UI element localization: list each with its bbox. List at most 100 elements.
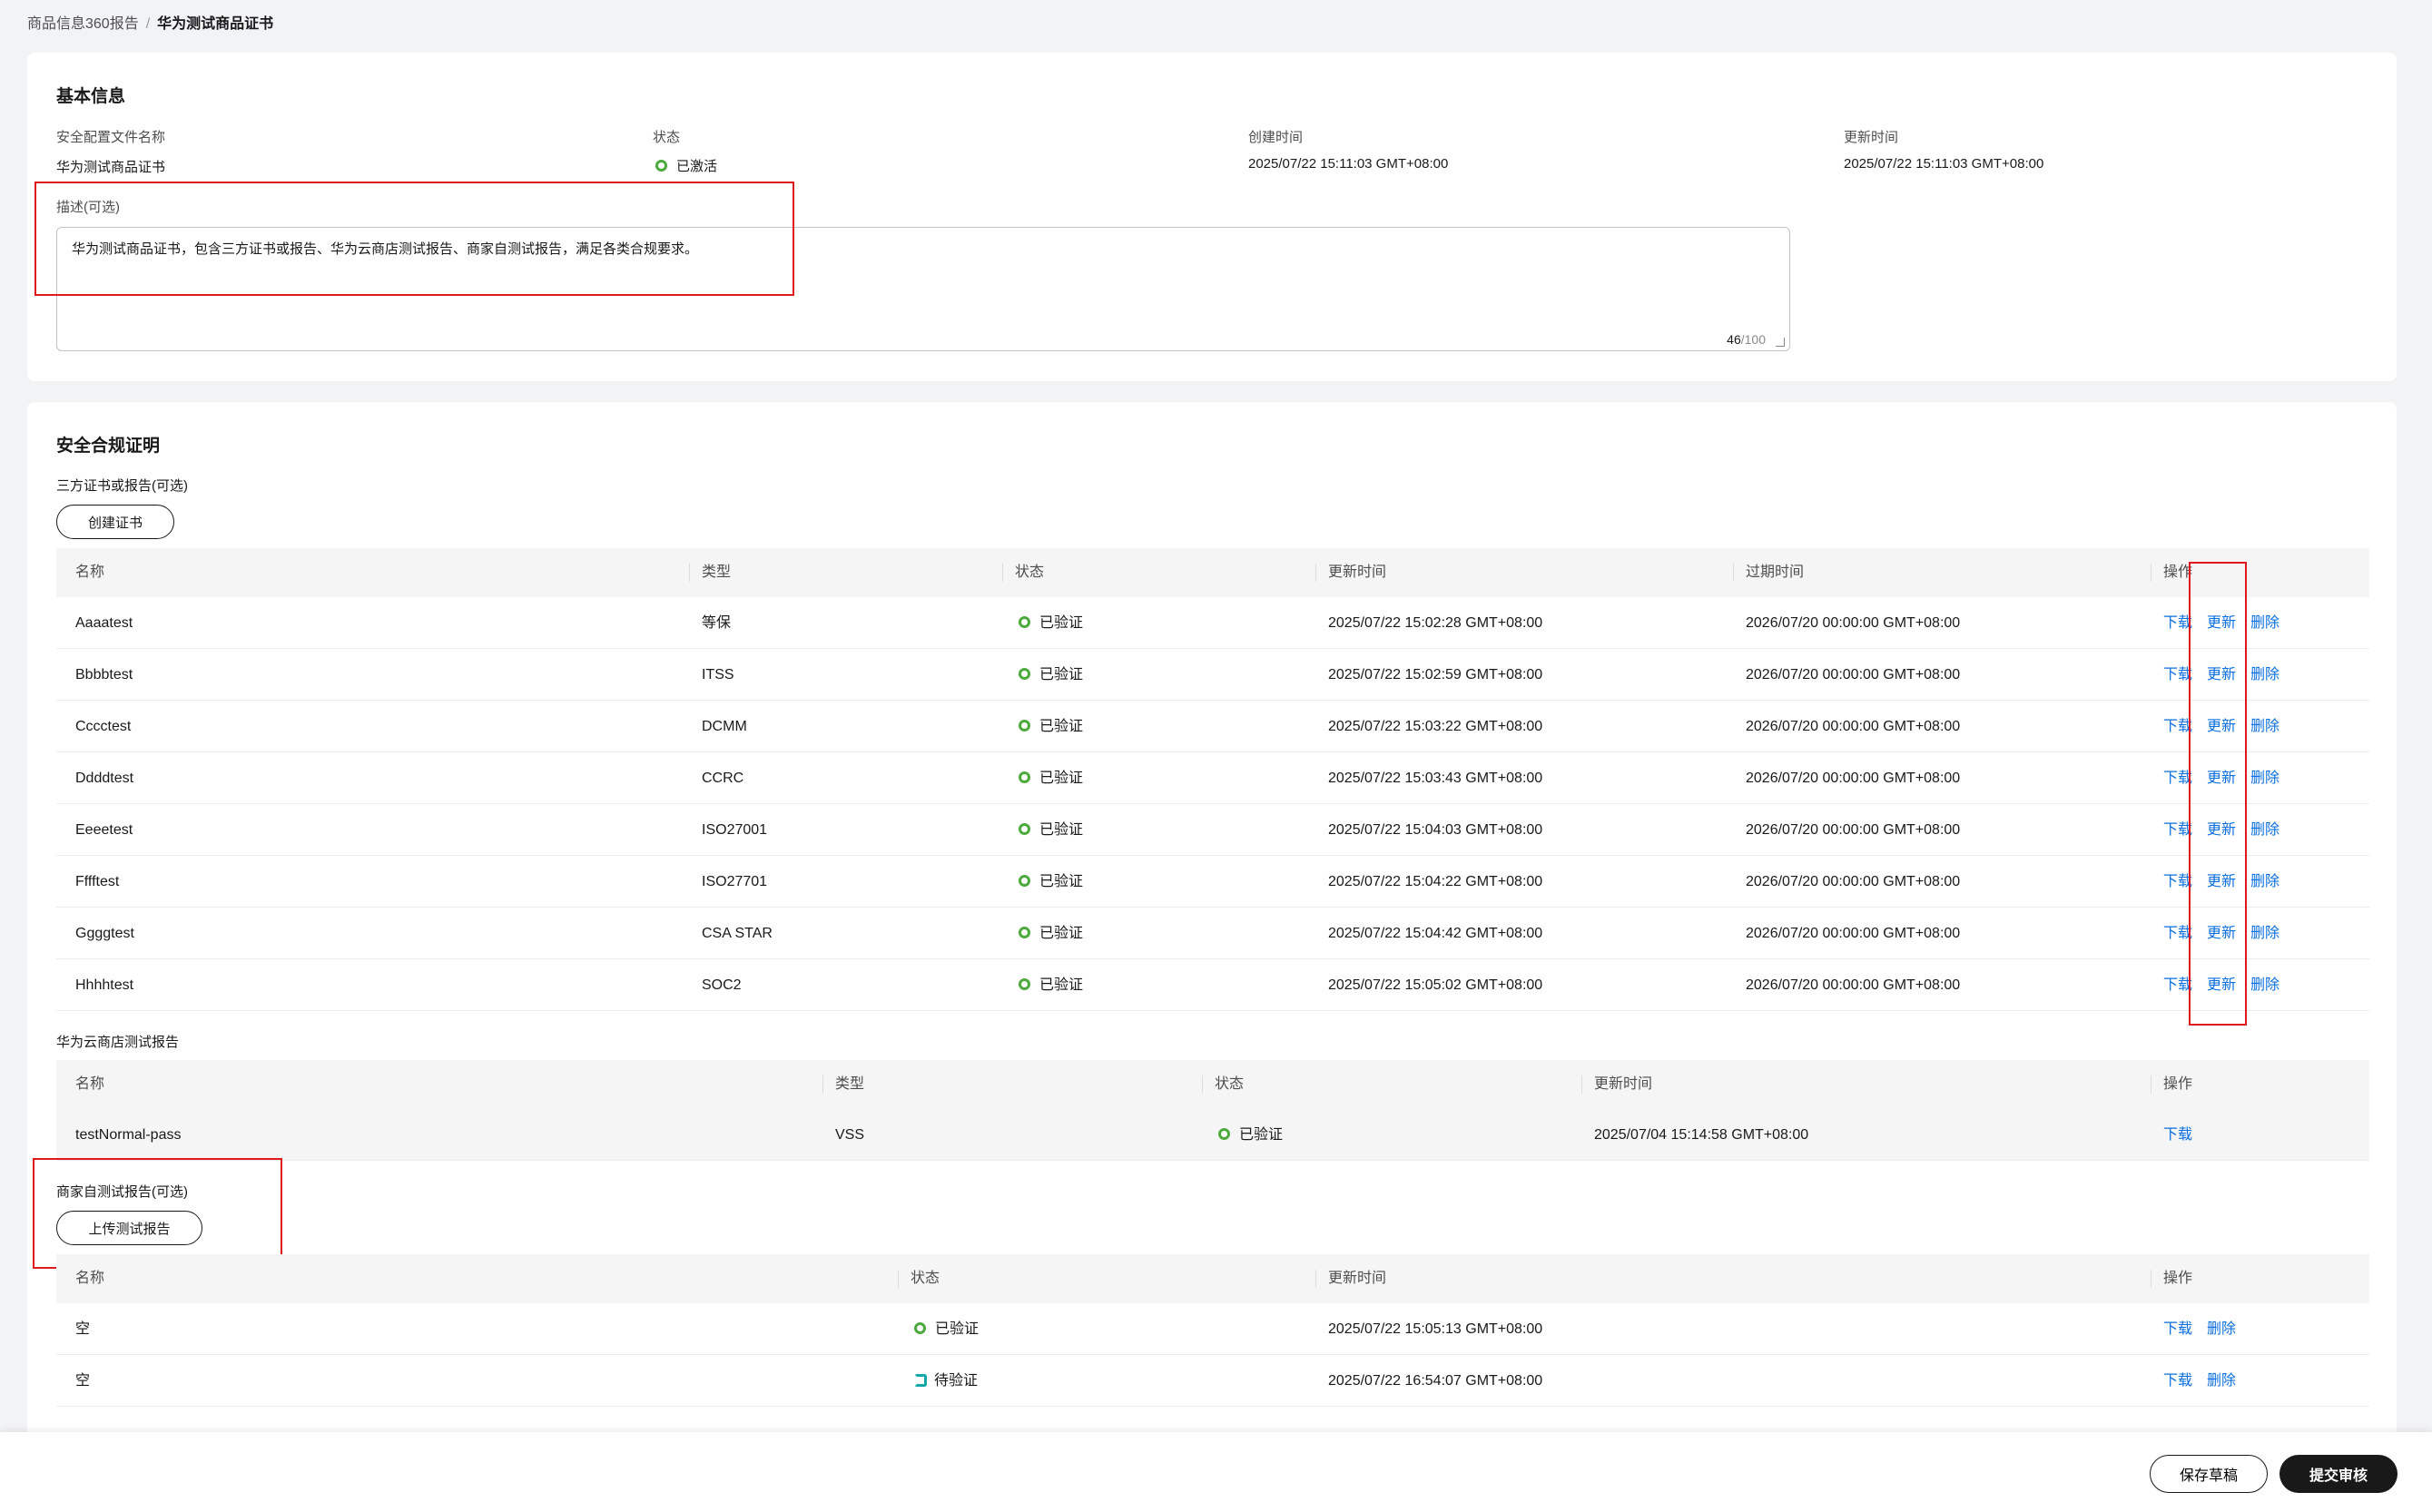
row-type: SOC2 [702,977,742,993]
store-test-label: 华为云商店测试报告 [56,1035,180,1050]
row-expires: 2026/07/20 00:00:00 GMT+08:00 [1746,667,1961,682]
store-test-table: 名称 类型 状态 更新时间 操作 testNormal-pass VSS 已验证… [56,1060,2369,1161]
col-name: 名称 [75,1271,105,1286]
profile-name-value: 华为测试商品证书 [56,160,166,175]
delete-link[interactable]: 删除 [2250,874,2279,889]
table-row: Aaaatest 等保 已验证 2025/07/22 15:02:28 GMT+08:… [56,597,2369,649]
created-time-value: 2025/07/22 15:11:03 GMT+08:00 [1248,156,1449,172]
col-updated: 更新时间 [1315,548,1386,597]
table-row: 空 待验证 2025/07/22 16:54:07 GMT+08:00 下载 删除 [56,1355,2369,1407]
col-updated: 更新时间 [1315,1254,1386,1303]
row-expires: 2026/07/20 00:00:00 GMT+08:00 [1746,615,1961,631]
col-expires: 过期时间 [1733,548,1804,597]
row-status: 已验证 [1019,597,1083,649]
row-type: ISO27701 [702,874,768,889]
delete-link[interactable]: 删除 [2250,615,2279,631]
row-updated: 2025/07/22 15:05:13 GMT+08:00 [1328,1321,1543,1337]
breadcrumb-parent-link[interactable]: 商品信息360报告 [27,16,139,32]
row-name: Aaaatest [75,615,133,631]
row-status: 已验证 [914,1303,979,1355]
row-updated: 2025/07/22 15:05:02 GMT+08:00 [1328,977,1543,993]
row-updated: 2025/07/22 15:02:28 GMT+08:00 [1328,615,1543,631]
store-test-table-header: 名称 类型 状态 更新时间 操作 [56,1060,2369,1109]
row-actions: 下载 删除 [2163,1303,2250,1355]
create-certificate-button[interactable]: 创建证书 [56,505,174,539]
delete-link[interactable]: 删除 [2250,822,2279,838]
download-link[interactable]: 下载 [2163,1127,2192,1143]
col-actions: 操作 [2151,1254,2192,1303]
row-updated: 2025/07/22 15:04:42 GMT+08:00 [1328,926,1543,941]
verified-status-icon [1019,616,1030,628]
row-name: Eeeetest [75,822,133,838]
col-status: 状态 [898,1254,940,1303]
status-value: 已激活 [655,156,717,175]
highlight-box-update-column [2189,562,2247,1026]
row-expires: 2026/07/20 00:00:00 GMT+08:00 [1746,926,1961,941]
row-updated: 2025/07/22 15:04:03 GMT+08:00 [1328,822,1543,838]
row-updated: 2025/07/22 15:02:59 GMT+08:00 [1328,667,1543,682]
delete-link[interactable]: 删除 [2250,977,2279,993]
row-status: 已验证 [1019,649,1083,701]
status-active-icon [655,160,667,172]
col-status: 状态 [1002,548,1044,597]
row-status: 已验证 [1218,1109,1283,1161]
verified-status-icon [1218,1128,1230,1140]
breadcrumb-current: 华为测试商品证书 [157,16,274,32]
profile-name-label: 安全配置文件名称 [56,130,166,145]
delete-link[interactable]: 删除 [2250,719,2279,734]
download-link[interactable]: 下载 [2163,1373,2192,1389]
row-type: CSA STAR [702,926,773,941]
row-name: Ddddtest [75,771,134,786]
verified-status-icon [1019,668,1030,680]
row-name: Ggggtest [75,926,134,941]
status-label: 状态 [653,130,681,145]
row-expires: 2026/07/20 00:00:00 GMT+08:00 [1746,874,1961,889]
verified-status-icon [1019,720,1030,731]
verified-status-icon [914,1322,926,1334]
row-status: 已验证 [1019,856,1083,908]
row-updated: 2025/07/22 15:03:22 GMT+08:00 [1328,719,1543,734]
verified-status-icon [1019,978,1030,990]
third-party-table-header: 名称 类型 状态 更新时间 过期时间 操作 [56,548,2369,597]
row-status: 已验证 [1019,752,1083,804]
row-type: 等保 [702,615,732,631]
basic-info-title: 基本信息 [56,87,126,106]
table-row: Hhhhtest SOC2 已验证 2025/07/22 15:05:02 GMT+0… [56,959,2369,1011]
row-updated: 2025/07/22 15:03:43 GMT+08:00 [1328,771,1543,786]
delete-link[interactable]: 删除 [2207,1373,2236,1389]
created-time-label: 创建时间 [1248,130,1304,145]
row-name: Cccctest [75,719,132,734]
highlight-box-description [34,182,794,296]
third-party-label: 三方证书或报告(可选) [56,478,188,494]
col-type: 类型 [822,1060,864,1109]
row-status: 已验证 [1019,959,1083,1011]
table-row: Cccctest DCMM 已验证 2025/07/22 15:03:22 GMT+0… [56,701,2369,752]
row-expires: 2026/07/20 00:00:00 GMT+08:00 [1746,771,1961,786]
highlight-box-self-test [33,1158,282,1269]
submit-review-button[interactable]: 提交审核 [2279,1455,2398,1493]
delete-link[interactable]: 删除 [2250,667,2279,682]
row-type: CCRC [702,771,744,786]
compliance-title: 安全合规证明 [56,437,161,456]
row-status: 待验证 [914,1355,978,1407]
third-party-table: 名称 类型 状态 更新时间 过期时间 操作 Aaaatest 等保 已验证 2025/… [56,548,2369,1011]
table-row: testNormal-pass VSS 已验证 2025/07/04 15:14… [56,1109,2369,1161]
delete-link[interactable]: 删除 [2207,1321,2236,1337]
updated-time-label: 更新时间 [1844,130,1899,145]
row-status: 已验证 [1019,701,1083,752]
row-type: ISO27001 [702,822,768,838]
row-expires: 2026/07/20 00:00:00 GMT+08:00 [1746,719,1961,734]
updated-time-value: 2025/07/22 15:11:03 GMT+08:00 [1844,156,2044,172]
delete-link[interactable]: 删除 [2250,771,2279,786]
row-type: ITSS [702,667,734,682]
col-updated: 更新时间 [1581,1060,1652,1109]
delete-link[interactable]: 删除 [2250,926,2279,941]
table-row: 空 已验证 2025/07/22 15:05:13 GMT+08:00 下载 删除 [56,1303,2369,1355]
row-name: 空 [75,1373,91,1389]
resize-handle-icon[interactable] [1776,338,1785,347]
footer-bar: 保存草稿 提交审核 [0,1432,2432,1512]
breadcrumb-separator: / [145,16,151,32]
col-actions: 操作 [2151,1060,2192,1109]
download-link[interactable]: 下载 [2163,1321,2192,1337]
save-draft-button[interactable]: 保存草稿 [2150,1455,2268,1493]
